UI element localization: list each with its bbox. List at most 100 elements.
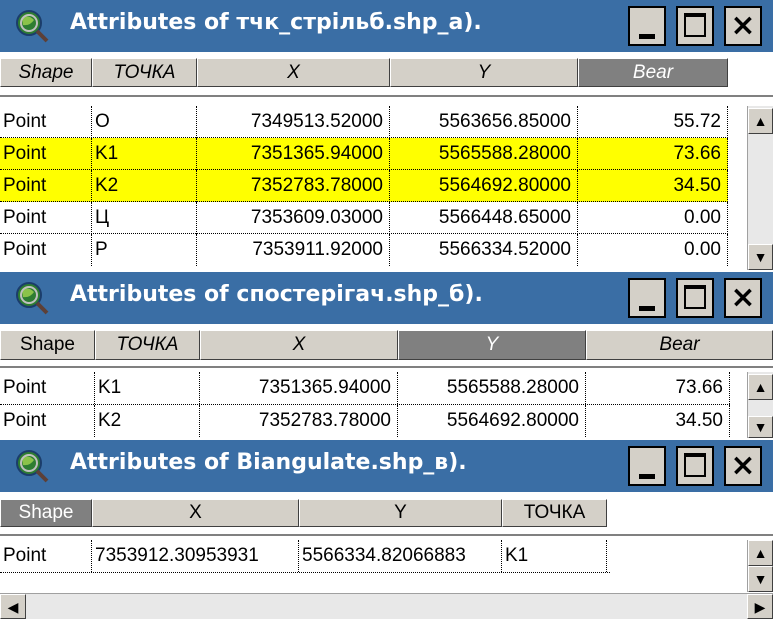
row-divider — [0, 572, 610, 573]
window-title: Attributes of тчк_стрільб.shp_а). — [70, 10, 482, 35]
column-header-tochka[interactable]: ТОЧКА — [502, 499, 607, 527]
cell-shape: Point — [0, 405, 95, 437]
cell-bear: 34.50 — [586, 405, 730, 437]
table-row[interactable]: Point O 7349513.52000 5563656.85000 55.7… — [0, 106, 745, 138]
column-header-x[interactable]: X — [200, 330, 398, 360]
scroll-up-button[interactable]: ▲ — [748, 540, 773, 566]
scroll-down-button[interactable]: ▼ — [748, 244, 773, 270]
header-separator — [0, 366, 773, 368]
cell-shape: Point — [0, 202, 92, 234]
cell-x: 7352783.78000 — [200, 405, 398, 437]
attributes-window-3: Attributes of Biangulate.shp_в). × Shape… — [0, 440, 773, 619]
column-header-x[interactable]: X — [197, 58, 390, 87]
window-title: Attributes of Biangulate.shp_в). — [70, 450, 467, 475]
column-header-row: Shape ТОЧКА X Y Bear — [0, 52, 773, 95]
scroll-up-button[interactable]: ▲ — [748, 374, 773, 400]
column-header-y[interactable]: Y — [299, 499, 502, 527]
title-bar[interactable]: Attributes of Biangulate.shp_в). × — [0, 440, 773, 492]
cell-shape: Point — [0, 234, 92, 266]
cell-tochka: K1 — [92, 138, 197, 170]
column-header-bear[interactable]: Bear — [578, 58, 728, 87]
cell-bear: 73.66 — [578, 138, 728, 170]
column-header-shape[interactable]: Shape — [0, 499, 92, 527]
attributes-window-2: Attributes of спостерігач.shp_б). × Shap… — [0, 272, 773, 438]
cell-x: 7349513.52000 — [197, 106, 390, 138]
cell-x: 7353911.92000 — [197, 234, 390, 266]
cell-y: 5566334.82066883 — [299, 540, 502, 572]
horizontal-scrollbar[interactable]: ◀ ▶ — [0, 593, 773, 619]
vertical-scrollbar[interactable]: ▲ ▼ — [747, 106, 773, 270]
column-header-x[interactable]: X — [92, 499, 299, 527]
cell-tochka: O — [92, 106, 197, 138]
cell-y: 5565588.28000 — [390, 138, 578, 170]
scroll-down-button[interactable]: ▼ — [748, 416, 773, 438]
cell-x: 7351365.94000 — [200, 372, 398, 404]
column-header-tochka[interactable]: ТОЧКА — [95, 330, 200, 360]
cell-y: 5564692.80000 — [390, 170, 578, 202]
cell-shape: Point — [0, 540, 92, 572]
scroll-right-button[interactable]: ▶ — [747, 594, 773, 619]
cell-bear: 0.00 — [578, 234, 728, 266]
table-row[interactable]: Point Ц 7353609.03000 5566448.65000 0.00 — [0, 202, 728, 234]
cell-bear: 73.66 — [586, 372, 730, 404]
scroll-left-button[interactable]: ◀ — [0, 594, 26, 619]
cell-tochka: P — [92, 234, 197, 266]
cell-bear: 0.00 — [578, 202, 728, 234]
column-header-shape[interactable]: Shape — [0, 58, 92, 87]
minimize-button[interactable] — [628, 446, 666, 486]
maximize-button[interactable] — [676, 446, 714, 486]
cell-tochka: Ц — [92, 202, 197, 234]
table-row-highlighted[interactable]: Point K1 7351365.94000 5565588.28000 73.… — [0, 138, 728, 170]
cell-bear: 55.72 — [578, 106, 728, 138]
close-button[interactable]: × — [724, 6, 762, 46]
cell-x: 7351365.94000 — [197, 138, 390, 170]
cell-y: 5566334.52000 — [390, 234, 578, 266]
table-row[interactable]: Point K2 7352783.78000 5564692.80000 34.… — [0, 405, 730, 437]
cell-y: 5566448.65000 — [390, 202, 578, 234]
cell-y: 5565588.28000 — [398, 372, 586, 404]
cell-bear: 34.50 — [578, 170, 728, 202]
title-bar[interactable]: Attributes of спостерігач.shp_б). × — [0, 272, 773, 324]
cell-y: 5563656.85000 — [390, 106, 578, 138]
minimize-button[interactable] — [628, 278, 666, 318]
vertical-scrollbar[interactable]: ▲ ▼ — [747, 540, 773, 592]
attributes-window-1: Attributes of тчк_стрільб.shp_а). × Shap… — [0, 0, 773, 270]
table-row[interactable]: Point P 7353911.92000 5566334.52000 0.00 — [0, 234, 728, 266]
header-separator — [0, 95, 773, 97]
cell-x: 7352783.78000 — [197, 170, 390, 202]
scroll-up-button[interactable]: ▲ — [748, 108, 773, 134]
cell-y: 5564692.80000 — [398, 405, 586, 437]
title-bar[interactable]: Attributes of тчк_стрільб.shp_а). × — [0, 0, 773, 52]
globe-magnifier-icon — [16, 10, 49, 43]
cell-tochka: K1 — [502, 540, 607, 572]
cell-tochka: K2 — [92, 170, 197, 202]
maximize-button[interactable] — [676, 278, 714, 318]
scroll-down-button[interactable]: ▼ — [748, 566, 773, 592]
cell-tochka: K1 — [95, 372, 200, 404]
close-button[interactable]: × — [724, 446, 762, 486]
cell-tochka: K2 — [95, 405, 200, 437]
minimize-button[interactable] — [628, 6, 666, 46]
column-header-y[interactable]: Y — [398, 330, 586, 360]
globe-magnifier-icon — [16, 282, 49, 315]
cell-x: 7353609.03000 — [197, 202, 390, 234]
column-header-tochka[interactable]: ТОЧКА — [92, 58, 197, 87]
cell-shape: Point — [0, 372, 95, 404]
header-separator — [0, 534, 773, 536]
table-row-highlighted[interactable]: Point K2 7352783.78000 5564692.80000 34.… — [0, 170, 728, 202]
vertical-scrollbar[interactable]: ▲ ▼ — [747, 372, 773, 438]
globe-magnifier-icon — [16, 450, 49, 483]
column-header-row: Shape ТОЧКА X Y Bear — [0, 324, 773, 366]
close-button[interactable]: × — [724, 278, 762, 318]
column-header-shape[interactable]: Shape — [0, 330, 95, 360]
cell-x: 7353912.30953931 — [92, 540, 299, 572]
cell-shape: Point — [0, 138, 92, 170]
cell-shape: Point — [0, 170, 92, 202]
window-title: Attributes of спостерігач.shp_б). — [70, 282, 483, 307]
table-row[interactable]: Point K1 7351365.94000 5565588.28000 73.… — [0, 372, 730, 404]
table-row[interactable]: Point 7353912.30953931 5566334.82066883 … — [0, 540, 610, 572]
maximize-button[interactable] — [676, 6, 714, 46]
column-header-bear[interactable]: Bear — [586, 330, 773, 360]
column-header-y[interactable]: Y — [390, 58, 578, 87]
cell-shape: Point — [0, 106, 92, 138]
